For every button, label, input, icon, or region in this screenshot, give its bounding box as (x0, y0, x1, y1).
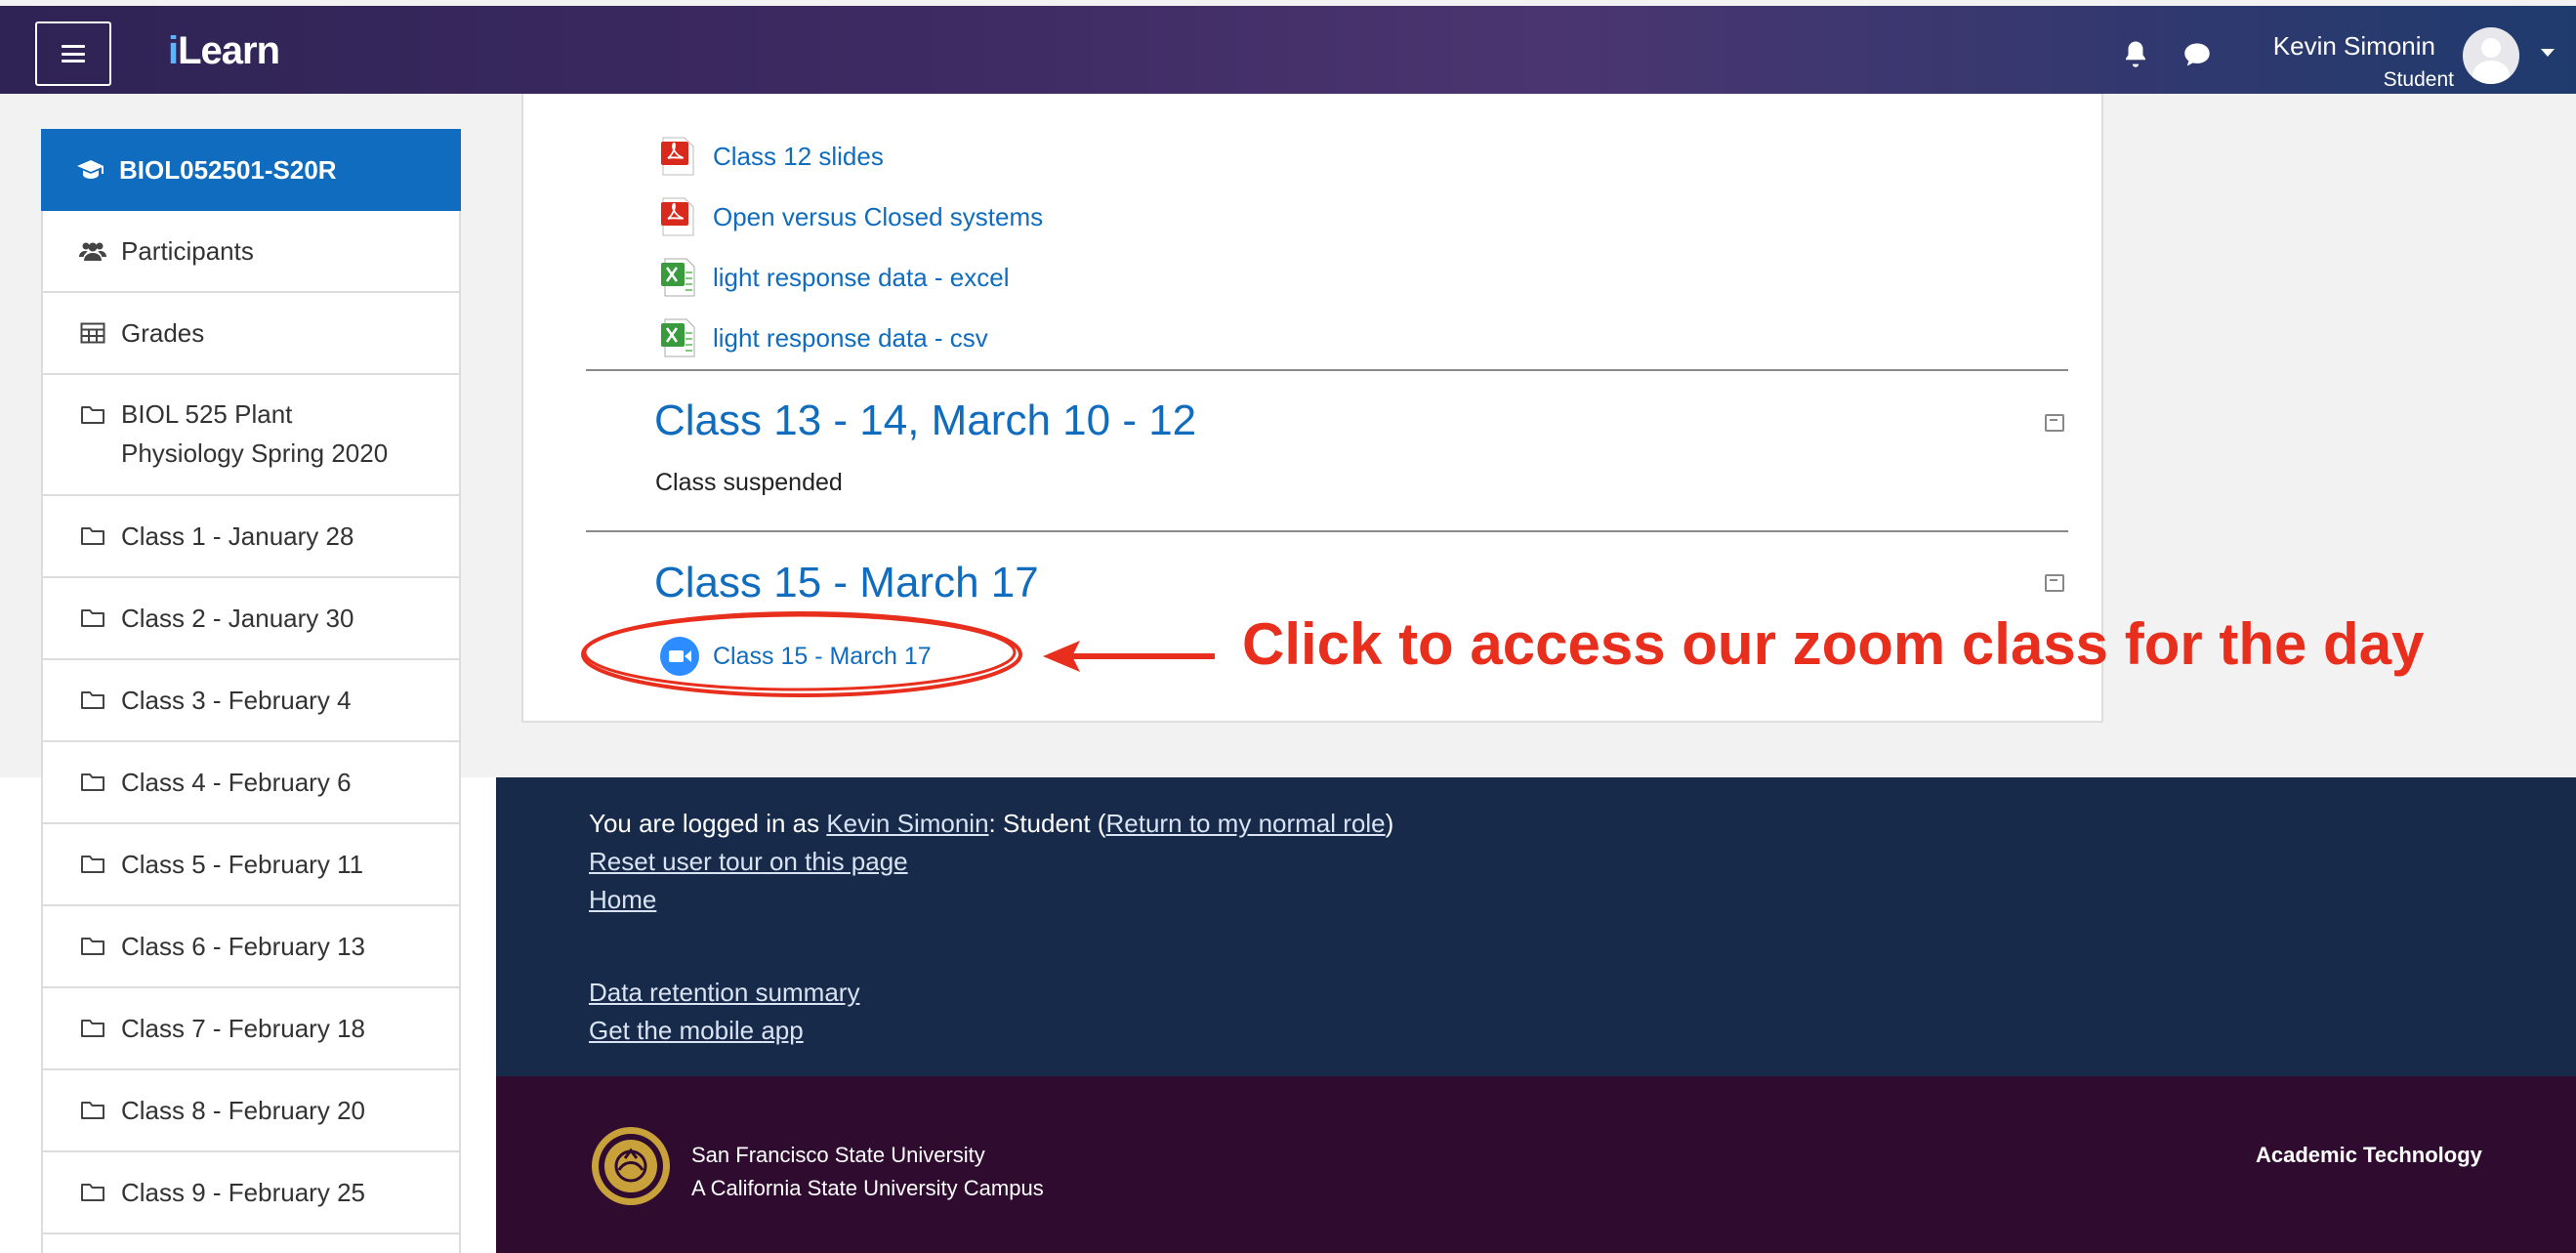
sidebar-item-course-home[interactable]: BIOL 525 Plant Physiology Spring 2020 (41, 375, 461, 496)
folder-icon (78, 686, 107, 715)
sidebar-item-participants[interactable]: Participants (41, 211, 461, 293)
sidebar-item-class-2[interactable]: Class 2 - January 30 (41, 578, 461, 660)
annotation-arrow-icon (1043, 641, 1215, 672)
annotation-highlight-ellipse (581, 611, 1022, 697)
sidebar-item-label: BIOL052501-S20R (119, 155, 337, 185)
spreadsheet-file-icon (660, 318, 695, 357)
folder-icon (78, 768, 107, 797)
chat-icon[interactable] (2181, 41, 2213, 68)
section-summary: Class suspended (655, 469, 843, 496)
mobile-app-link[interactable]: Get the mobile app (589, 1016, 804, 1046)
resource-light-response-excel[interactable]: light response data - excel (660, 256, 1010, 299)
folder-icon (78, 1178, 107, 1207)
resource-link[interactable]: Class 12 slides (713, 142, 884, 172)
folder-icon (78, 604, 107, 633)
login-info: You are logged in as Kevin Simonin: Stud… (589, 809, 1394, 838)
user-name[interactable]: Kevin Simonin (2273, 31, 2435, 62)
folder-icon (78, 1096, 107, 1125)
sidebar-item-class-4[interactable]: Class 4 - February 6 (41, 742, 461, 824)
sidebar-item-class-3[interactable]: Class 3 - February 4 (41, 660, 461, 742)
collapse-section-icon[interactable] (2045, 414, 2064, 432)
resource-link[interactable]: Open versus Closed systems (713, 202, 1043, 232)
users-icon (78, 236, 107, 266)
folder-icon (78, 850, 107, 879)
table-icon (78, 318, 107, 348)
sidebar-item-label: Participants (121, 236, 254, 266)
sidebar-item-label: Class 4 - February 6 (121, 768, 352, 797)
academic-technology-label: Academic Technology (2256, 1143, 2482, 1167)
spreadsheet-file-icon (660, 258, 695, 297)
sidebar-item-label: Class 6 - February 13 (121, 932, 365, 961)
sidebar-item-label: Class 9 - February 25 (121, 1178, 365, 1207)
university-campus: A California State University Campus (691, 1176, 1044, 1200)
university-seal-logo (592, 1127, 670, 1205)
avatar[interactable] (2463, 27, 2519, 84)
user-role: Student (2383, 68, 2454, 91)
sidebar-item-partial[interactable] (41, 1234, 461, 1253)
resource-link[interactable]: light response data - excel (713, 263, 1010, 293)
reset-tour-link[interactable]: Reset user tour on this page (589, 847, 908, 877)
top-navbar: iLearn Kevin Simonin Student (0, 0, 2576, 94)
sidebar-item-label: Class 8 - February 20 (121, 1096, 365, 1125)
chevron-down-icon[interactable] (2541, 49, 2555, 57)
brand-text: Learn (178, 29, 280, 72)
university-name: San Francisco State University (691, 1143, 985, 1167)
sidebar-item-grades[interactable]: Grades (41, 293, 461, 375)
menu-toggle-button[interactable] (35, 21, 111, 86)
section-divider (586, 369, 2068, 371)
sidebar-item-label: BIOL 525 Plant Physiology Spring 2020 (121, 399, 389, 468)
menu-icon (62, 45, 85, 63)
section-divider (586, 530, 2068, 532)
sidebar-item-class-7[interactable]: Class 7 - February 18 (41, 988, 461, 1070)
folder-icon (78, 400, 107, 430)
sidebar-item-class-1[interactable]: Class 1 - January 28 (41, 496, 461, 578)
sidebar-item-label: Class 1 - January 28 (121, 522, 354, 551)
annotation-callout: Click to access our zoom class for the d… (1242, 611, 2425, 677)
sidebar-item-class-5[interactable]: Class 5 - February 11 (41, 824, 461, 906)
pdf-file-icon (660, 197, 695, 236)
folder-icon (78, 522, 107, 551)
sidebar-item-class-8[interactable]: Class 8 - February 20 (41, 1070, 461, 1152)
sidebar-item-class-9[interactable]: Class 9 - February 25 (41, 1152, 461, 1234)
sidebar-item-label: Class 2 - January 30 (121, 604, 354, 633)
home-link[interactable]: Home (589, 885, 656, 915)
collapse-section-icon[interactable] (2045, 574, 2064, 592)
section-title-class-13-14[interactable]: Class 13 - 14, March 10 - 12 (654, 397, 1196, 445)
resource-class-12-slides[interactable]: Class 12 slides (660, 135, 884, 178)
brand-logo[interactable]: iLearn (168, 29, 280, 73)
folder-icon (78, 932, 107, 961)
sidebar-item-course[interactable]: BIOL052501-S20R (41, 129, 461, 211)
return-to-role-link[interactable]: Return to my normal role (1106, 809, 1386, 838)
graduation-cap-icon (76, 155, 105, 185)
resource-link[interactable]: light response data - csv (713, 323, 988, 354)
sidebar-item-label: Class 7 - February 18 (121, 1014, 365, 1043)
sidebar-item-label: Grades (121, 318, 205, 348)
pdf-file-icon (660, 137, 695, 176)
course-sidebar: BIOL052501-S20R Participants Grades BIOL… (41, 127, 461, 1253)
data-retention-link[interactable]: Data retention summary (589, 978, 859, 1008)
sidebar-item-label: Class 5 - February 11 (121, 850, 364, 879)
folder-icon (78, 1014, 107, 1043)
logged-in-user-link[interactable]: Kevin Simonin (826, 809, 988, 838)
resource-open-vs-closed[interactable]: Open versus Closed systems (660, 195, 1043, 238)
resource-light-response-csv[interactable]: light response data - csv (660, 316, 988, 359)
section-title-class-15[interactable]: Class 15 - March 17 (654, 559, 1039, 607)
bell-icon[interactable] (2121, 39, 2150, 68)
sidebar-item-label: Class 3 - February 4 (121, 686, 352, 715)
sidebar-item-class-6[interactable]: Class 6 - February 13 (41, 906, 461, 988)
